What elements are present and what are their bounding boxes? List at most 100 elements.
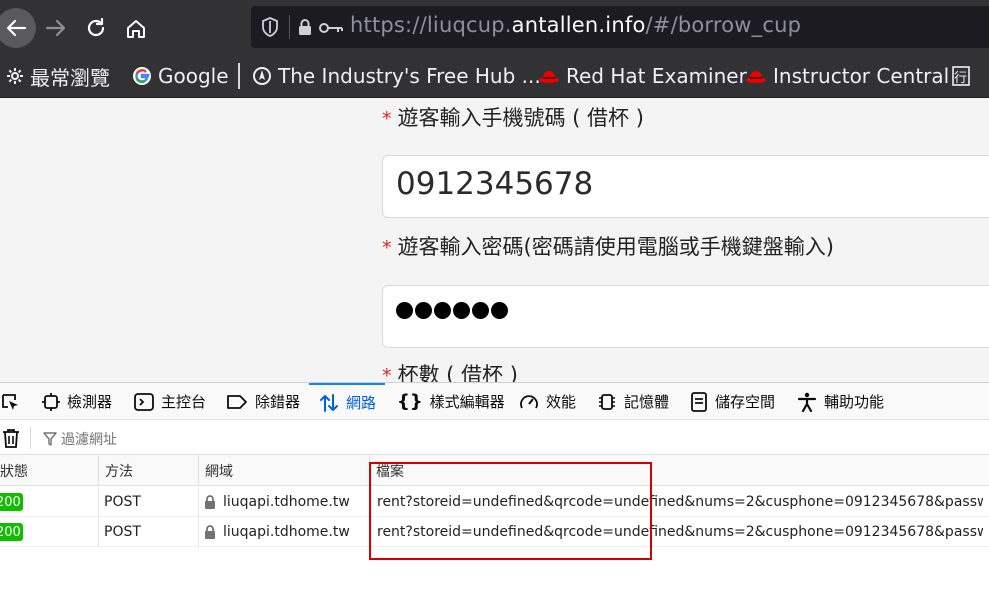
column-label: 網域 — [205, 463, 233, 480]
tab-label: 除錯器 — [255, 393, 301, 411]
phone-label: * 遊客輸入手機號碼 ( 借杯 ) — [382, 102, 644, 132]
password-dot — [415, 302, 432, 319]
picker-icon — [2, 393, 18, 410]
status-cell: 200 — [0, 517, 96, 547]
network-table-header: 狀態 方法 網域 檔案 — [0, 455, 989, 486]
bookmarks-bar: 最常瀏覽 Google The Industry's Free Hub ... … — [0, 56, 989, 98]
element-picker-button[interactable] — [0, 383, 20, 420]
tab-network[interactable]: 網路 — [309, 383, 385, 420]
bookmark-label: Google — [158, 64, 229, 88]
bookmark-most-visited[interactable]: 最常瀏覽 — [6, 61, 110, 91]
google-icon — [132, 66, 152, 86]
forward-button[interactable] — [36, 8, 76, 48]
tab-label: 主控台 — [161, 393, 207, 411]
tab-performance[interactable]: 效能 — [519, 383, 576, 420]
arrow-right-icon — [45, 19, 66, 37]
column-status[interactable]: 狀態 — [0, 455, 98, 486]
filter-url-input[interactable]: 過濾網址 — [61, 429, 117, 449]
debugger-icon — [226, 394, 248, 410]
table-row[interactable]: 200 POST liuqapi.tdhome.tw rent?storeid=… — [0, 517, 989, 547]
tab-storage[interactable]: 儲存空間 — [690, 383, 775, 420]
home-icon — [127, 20, 145, 38]
key-icon[interactable] — [319, 21, 343, 35]
bookmark-instructor-central[interactable]: Instructor Central — [745, 61, 949, 91]
url-bar[interactable]: https://liuqcup.antallen.info/#/borrow_c… — [251, 6, 989, 48]
column-file[interactable]: 檔案 — [369, 455, 983, 486]
style-editor-icon: {} — [397, 391, 423, 412]
performance-icon — [519, 393, 539, 411]
reload-icon — [87, 17, 105, 37]
bookmark-industry-hub[interactable]: The Industry's Free Hub ... — [252, 61, 541, 91]
tab-debugger[interactable]: 除錯器 — [226, 383, 300, 420]
tab-memory[interactable]: 記憶體 — [597, 383, 669, 420]
redhat-icon — [538, 68, 560, 84]
arrow-left-icon — [6, 19, 27, 37]
storage-icon — [690, 391, 708, 412]
url-domain: antallen.info — [511, 13, 646, 37]
page-content: * 遊客輸入手機號碼 ( 借杯 ) 0912345678 * 遊客輸入密碼(密碼請使… — [0, 98, 989, 382]
password-mask — [396, 302, 508, 319]
cups-label-text: 杯數 ( 借杯 ) — [397, 363, 518, 382]
home-button[interactable] — [116, 8, 156, 48]
status-badge: 200 — [0, 493, 23, 511]
column-divider — [369, 517, 370, 547]
method-cell: POST — [104, 494, 141, 510]
url-prefix: https://liuqcup. — [350, 13, 512, 37]
bookmark-label: Instructor Central — [773, 64, 950, 88]
devtools-toolbar: 檢測器 主控台 除錯器 網路 {} 樣式編輯器 效能 記憶體 儲存空間 輔助功能 — [0, 383, 989, 420]
filter-divider — [30, 427, 31, 449]
tab-label: 儲存空間 — [715, 393, 776, 411]
bookmark-overflow[interactable]: 行 — [952, 61, 970, 91]
password-dot — [453, 302, 470, 319]
gear-icon — [6, 67, 24, 85]
trash-icon[interactable] — [2, 428, 20, 448]
required-mark: * — [382, 237, 392, 259]
inspector-icon — [42, 392, 60, 411]
column-domain[interactable]: 網域 — [198, 455, 369, 486]
domain-cell: liuqapi.tdhome.tw — [204, 487, 366, 517]
column-method[interactable]: 方法 — [98, 455, 198, 486]
network-icon — [319, 393, 339, 413]
phone-field[interactable]: 0912345678 — [382, 155, 989, 218]
column-label: 狀態 — [0, 463, 28, 480]
column-label: 檔案 — [376, 463, 404, 480]
reload-button[interactable] — [76, 8, 116, 48]
password-label: * 遊客輸入密碼(密碼請使用電腦或手機鍵盤輸入) — [382, 231, 834, 261]
bookmark-google[interactable]: Google — [132, 61, 229, 91]
shield-icon[interactable] — [261, 17, 279, 37]
accessibility-icon — [797, 392, 817, 412]
column-label: 方法 — [105, 463, 133, 480]
tab-label: 效能 — [546, 393, 577, 411]
urlbar-divider — [289, 15, 290, 39]
tab-inspector[interactable]: 檢測器 — [42, 383, 112, 420]
filter-icon — [43, 432, 57, 446]
required-mark: * — [382, 365, 392, 382]
table-row[interactable]: 200 POST liuqapi.tdhome.tw rent?storeid=… — [0, 487, 989, 517]
password-dot — [396, 302, 413, 319]
bookmark-label: Red Hat Examiner — [566, 64, 747, 88]
status-badge: 200 — [0, 523, 23, 541]
cups-label: * 杯數 ( 借杯 ) — [382, 359, 518, 382]
tab-accessibility[interactable]: 輔助功能 — [797, 383, 884, 420]
password-dot — [434, 302, 451, 319]
tab-style-editor[interactable]: {} 樣式編輯器 — [397, 383, 505, 420]
column-divider — [369, 487, 370, 517]
network-filter-bar: 過濾網址 — [0, 421, 989, 455]
tab-console[interactable]: 主控台 — [134, 383, 206, 420]
password-field[interactable] — [382, 285, 989, 348]
bookmark-red-hat-examiner[interactable]: Red Hat Examiner — [538, 61, 747, 91]
url-text[interactable]: https://liuqcup.antallen.info/#/borrow_c… — [350, 13, 801, 37]
tab-label: 輔助功能 — [824, 393, 885, 411]
column-divider — [98, 517, 99, 547]
file-cell: rent?storeid=undefined&qrcode=undefined&… — [377, 524, 983, 540]
tab-label: 網路 — [346, 394, 377, 412]
column-divider — [98, 487, 99, 517]
status-cell: 200 — [0, 487, 96, 517]
password-dot — [472, 302, 489, 319]
bookmark-label: The Industry's Free Hub ... — [278, 64, 541, 88]
browser-toolbar: https://liuqcup.antallen.info/#/borrow_c… — [0, 0, 989, 56]
bookmark-label: 行 — [954, 70, 968, 86]
lock-icon[interactable] — [297, 18, 313, 36]
redhat-icon — [745, 68, 767, 84]
back-button[interactable] — [0, 8, 36, 48]
